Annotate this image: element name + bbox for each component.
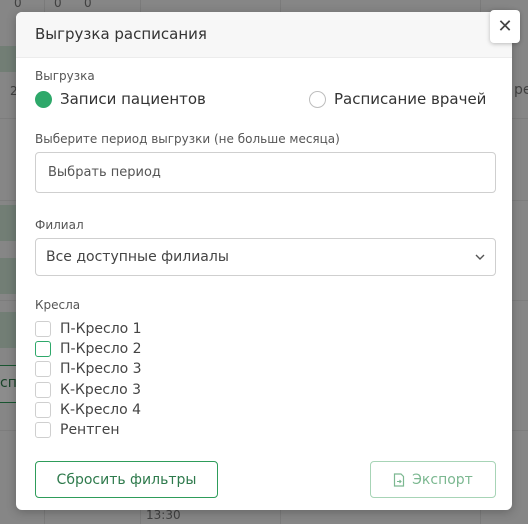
export-button[interactable]: Экспорт bbox=[370, 461, 496, 498]
radio-doctor-schedule[interactable]: Расписание врачей bbox=[309, 90, 486, 108]
checkbox-label: П-Кресло 3 bbox=[60, 361, 142, 378]
checkbox-box[interactable] bbox=[35, 361, 51, 378]
reset-filters-label: Сбросить фильтры bbox=[56, 471, 197, 488]
export-label: Экспорт bbox=[412, 471, 473, 488]
chairs-list: П-Кресло 1 П-Кресло 2 П-Кресло 3 К-Кресл… bbox=[35, 319, 142, 440]
chair-checkbox-xray[interactable]: Рентген bbox=[35, 420, 142, 440]
checkbox-label: Рентген bbox=[60, 422, 120, 439]
radio-label: Записи пациентов bbox=[60, 90, 206, 108]
chair-checkbox-p3[interactable]: П-Кресло 3 bbox=[35, 359, 142, 379]
chevron-down-icon bbox=[475, 254, 485, 260]
chair-checkbox-k3[interactable]: К-Кресло 3 bbox=[35, 380, 142, 400]
period-input[interactable]: Выбрать период bbox=[35, 152, 496, 193]
chair-checkbox-p1[interactable]: П-Кресло 1 bbox=[35, 319, 142, 339]
branch-value: Все доступные филиалы bbox=[46, 249, 229, 265]
close-icon: ✕ bbox=[497, 16, 513, 37]
radio-unselected-icon bbox=[309, 90, 326, 108]
checkbox-box[interactable] bbox=[35, 422, 51, 439]
dialog-header: Выгрузка расписания bbox=[16, 12, 512, 58]
radio-patient-records[interactable]: Записи пациентов bbox=[35, 90, 206, 108]
checkbox-box[interactable] bbox=[35, 321, 51, 338]
branch-label: Филиал bbox=[35, 218, 84, 232]
checkbox-box[interactable] bbox=[35, 381, 51, 398]
chair-checkbox-k4[interactable]: К-Кресло 4 bbox=[35, 400, 142, 420]
radio-label: Расписание врачей bbox=[334, 90, 487, 108]
chair-checkbox-p2[interactable]: П-Кресло 2 bbox=[35, 339, 142, 359]
reset-filters-button[interactable]: Сбросить фильтры bbox=[35, 461, 218, 498]
checkbox-box[interactable] bbox=[35, 401, 51, 418]
checkbox-box[interactable] bbox=[35, 341, 51, 358]
export-schedule-dialog: Выгрузка расписания Выгрузка Записи паци… bbox=[16, 12, 512, 510]
radio-selected-icon bbox=[35, 90, 52, 108]
period-label: Выберите период выгрузки (не больше меся… bbox=[35, 132, 340, 146]
file-export-icon bbox=[394, 472, 405, 487]
chairs-label: Кресла bbox=[35, 298, 81, 312]
checkbox-label: К-Кресло 3 bbox=[60, 381, 141, 398]
period-placeholder: Выбрать период bbox=[48, 165, 161, 180]
checkbox-label: К-Кресло 4 bbox=[60, 401, 141, 418]
checkbox-label: П-Кресло 1 bbox=[60, 321, 142, 338]
close-button[interactable]: ✕ bbox=[490, 10, 520, 43]
branch-select[interactable]: Все доступные филиалы bbox=[35, 238, 496, 276]
dialog-title: Выгрузка расписания bbox=[35, 25, 207, 43]
checkbox-label: П-Кресло 2 bbox=[60, 341, 142, 358]
export-type-label: Выгрузка bbox=[35, 69, 95, 83]
